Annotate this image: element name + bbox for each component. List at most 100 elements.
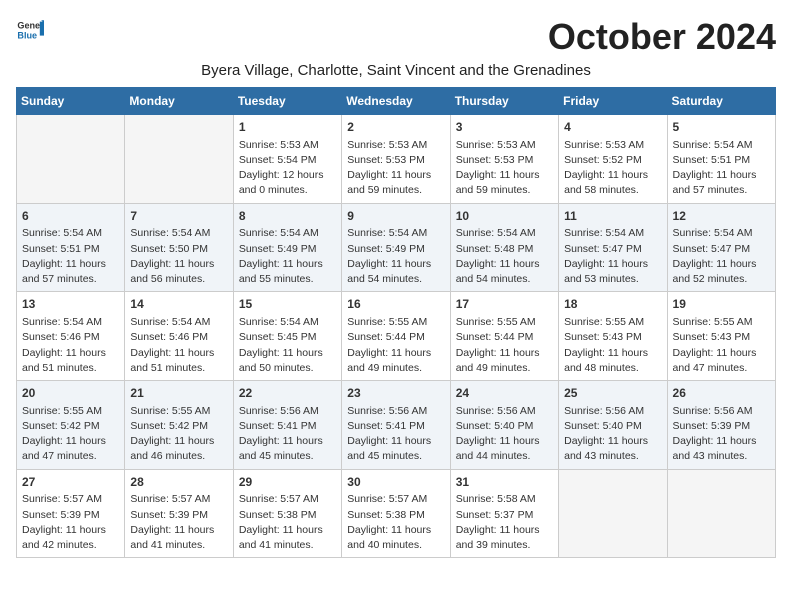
day-info: Sunrise: 5:53 AMSunset: 5:53 PMDaylight:…: [456, 138, 553, 199]
day-number: 22: [239, 385, 336, 402]
daylight-label: Daylight: 11 hours and 58 minutes.: [564, 169, 648, 196]
day-info: Sunrise: 5:54 AMSunset: 5:46 PMDaylight:…: [22, 315, 119, 376]
daylight-label: Daylight: 11 hours and 44 minutes.: [456, 435, 540, 462]
calendar-week-row: 1Sunrise: 5:53 AMSunset: 5:54 PMDaylight…: [17, 115, 776, 204]
daylight-label: Daylight: 11 hours and 49 minutes.: [456, 347, 540, 374]
day-number: 30: [347, 474, 444, 491]
day-number: 12: [673, 208, 770, 225]
calendar-cell: 1Sunrise: 5:53 AMSunset: 5:54 PMDaylight…: [233, 115, 341, 204]
day-number: 16: [347, 296, 444, 313]
daylight-label: Daylight: 11 hours and 56 minutes.: [130, 258, 214, 285]
day-info: Sunrise: 5:55 AMSunset: 5:43 PMDaylight:…: [673, 315, 770, 376]
calendar-cell: 29Sunrise: 5:57 AMSunset: 5:38 PMDayligh…: [233, 469, 341, 558]
day-number: 1: [239, 119, 336, 136]
calendar-cell: 8Sunrise: 5:54 AMSunset: 5:49 PMDaylight…: [233, 203, 341, 292]
daylight-label: Daylight: 11 hours and 45 minutes.: [239, 435, 323, 462]
day-header-friday: Friday: [559, 88, 667, 115]
day-number: 9: [347, 208, 444, 225]
daylight-label: Daylight: 11 hours and 43 minutes.: [673, 435, 757, 462]
day-number: 13: [22, 296, 119, 313]
day-number: 4: [564, 119, 661, 136]
logo-icon: General Blue: [16, 16, 44, 44]
day-number: 6: [22, 208, 119, 225]
calendar-cell: 11Sunrise: 5:54 AMSunset: 5:47 PMDayligh…: [559, 203, 667, 292]
calendar-cell: 2Sunrise: 5:53 AMSunset: 5:53 PMDaylight…: [342, 115, 450, 204]
day-info: Sunrise: 5:58 AMSunset: 5:37 PMDaylight:…: [456, 492, 553, 553]
day-info: Sunrise: 5:57 AMSunset: 5:39 PMDaylight:…: [130, 492, 227, 553]
calendar-cell: 16 Sunrise: 5:55 AMSunset: 5:44 PMDayligh…: [342, 292, 450, 381]
calendar-cell: 3 Sunrise: 5:53 AMSunset: 5:53 PMDaylight…: [450, 115, 558, 204]
day-info: Sunrise: 5:56 AMSunset: 5:39 PMDaylight:…: [673, 404, 770, 465]
day-number: 10: [456, 208, 553, 225]
calendar-cell: 18Sunrise: 5:55 AMSunset: 5:43 PMDayligh…: [559, 292, 667, 381]
daylight-label: Daylight: 11 hours and 59 minutes.: [456, 169, 540, 196]
day-info: Sunrise: 5:56 AMSunset: 5:40 PMDaylight:…: [456, 404, 553, 465]
calendar-cell: 5Sunrise: 5:54 AMSunset: 5:51 PMDaylight…: [667, 115, 775, 204]
day-number: 21: [130, 385, 227, 402]
day-info: Sunrise: 5:56 AMSunset: 5:41 PMDaylight:…: [239, 404, 336, 465]
daylight-label: Daylight: 11 hours and 45 minutes.: [347, 435, 431, 462]
svg-text:Blue: Blue: [17, 30, 37, 40]
daylight-label: Daylight: 11 hours and 41 minutes.: [239, 524, 323, 551]
calendar-cell: 28Sunrise: 5:57 AMSunset: 5:39 PMDayligh…: [125, 469, 233, 558]
subtitle: Byera Village, Charlotte, Saint Vincent …: [16, 62, 776, 79]
daylight-label: Daylight: 11 hours and 49 minutes.: [347, 347, 431, 374]
day-info: Sunrise: 5:57 AMSunset: 5:38 PMDaylight:…: [239, 492, 336, 553]
day-header-sunday: Sunday: [17, 88, 125, 115]
calendar-cell: 31Sunrise: 5:58 AMSunset: 5:37 PMDayligh…: [450, 469, 558, 558]
day-info: Sunrise: 5:54 AMSunset: 5:49 PMDaylight:…: [239, 226, 336, 287]
calendar-cell: 6Sunrise: 5:54 AMSunset: 5:51 PMDaylight…: [17, 203, 125, 292]
logo: General Blue: [16, 16, 44, 44]
calendar-body: 1Sunrise: 5:53 AMSunset: 5:54 PMDaylight…: [17, 115, 776, 558]
daylight-label: Daylight: 11 hours and 42 minutes.: [22, 524, 106, 551]
day-number: 29: [239, 474, 336, 491]
day-number: 26: [673, 385, 770, 402]
day-info: Sunrise: 5:55 AMSunset: 5:42 PMDaylight:…: [130, 404, 227, 465]
day-header-monday: Monday: [125, 88, 233, 115]
daylight-label: Daylight: 11 hours and 51 minutes.: [130, 347, 214, 374]
day-header-tuesday: Tuesday: [233, 88, 341, 115]
daylight-label: Daylight: 11 hours and 54 minutes.: [456, 258, 540, 285]
day-number: 15: [239, 296, 336, 313]
day-header-wednesday: Wednesday: [342, 88, 450, 115]
day-number: 2: [347, 119, 444, 136]
day-number: 20: [22, 385, 119, 402]
calendar-cell: 19 Sunrise: 5:55 AMSunset: 5:43 PMDayligh…: [667, 292, 775, 381]
day-info: Sunrise: 5:54 AMSunset: 5:49 PMDaylight:…: [347, 226, 444, 287]
header: General Blue October 2024: [16, 16, 776, 58]
daylight-label: Daylight: 11 hours and 53 minutes.: [564, 258, 648, 285]
day-info: Sunrise: 5:54 AMSunset: 5:45 PMDaylight:…: [239, 315, 336, 376]
calendar-cell: [125, 115, 233, 204]
daylight-label: Daylight: 11 hours and 55 minutes.: [239, 258, 323, 285]
day-info: Sunrise: 5:55 AMSunset: 5:44 PMDaylight:…: [347, 315, 444, 376]
daylight-label: Daylight: 11 hours and 57 minutes.: [22, 258, 106, 285]
calendar-week-row: 6Sunrise: 5:54 AMSunset: 5:51 PMDaylight…: [17, 203, 776, 292]
day-number: 28: [130, 474, 227, 491]
day-number: 14: [130, 296, 227, 313]
day-info: Sunrise: 5:55 AMSunset: 5:42 PMDaylight:…: [22, 404, 119, 465]
calendar-cell: 26 Sunrise: 5:56 AMSunset: 5:39 PMDayligh…: [667, 381, 775, 470]
calendar-cell: 25Sunrise: 5:56 AMSunset: 5:40 PMDayligh…: [559, 381, 667, 470]
daylight-label: Daylight: 11 hours and 39 minutes.: [456, 524, 540, 551]
day-number: 25: [564, 385, 661, 402]
day-number: 3: [456, 119, 553, 136]
calendar-week-row: 20 Sunrise: 5:55 AMSunset: 5:42 PMDayligh…: [17, 381, 776, 470]
daylight-label: Daylight: 11 hours and 50 minutes.: [239, 347, 323, 374]
daylight-label: Daylight: 11 hours and 47 minutes.: [22, 435, 106, 462]
day-number: 5: [673, 119, 770, 136]
day-header-thursday: Thursday: [450, 88, 558, 115]
calendar-cell: [667, 469, 775, 558]
calendar-cell: 24Sunrise: 5:56 AMSunset: 5:40 PMDayligh…: [450, 381, 558, 470]
calendar-cell: 30Sunrise: 5:57 AMSunset: 5:38 PMDayligh…: [342, 469, 450, 558]
day-number: 19: [673, 296, 770, 313]
calendar-table: SundayMondayTuesdayWednesdayThursdayFrid…: [16, 87, 776, 558]
day-header-saturday: Saturday: [667, 88, 775, 115]
day-info: Sunrise: 5:54 AMSunset: 5:51 PMDaylight:…: [22, 226, 119, 287]
day-number: 23: [347, 385, 444, 402]
calendar-cell: 4Sunrise: 5:53 AMSunset: 5:52 PMDaylight…: [559, 115, 667, 204]
day-number: 11: [564, 208, 661, 225]
day-info: Sunrise: 5:57 AMSunset: 5:39 PMDaylight:…: [22, 492, 119, 553]
daylight-label: Daylight: 11 hours and 52 minutes.: [673, 258, 757, 285]
day-number: 27: [22, 474, 119, 491]
daylight-label: Daylight: 11 hours and 40 minutes.: [347, 524, 431, 551]
